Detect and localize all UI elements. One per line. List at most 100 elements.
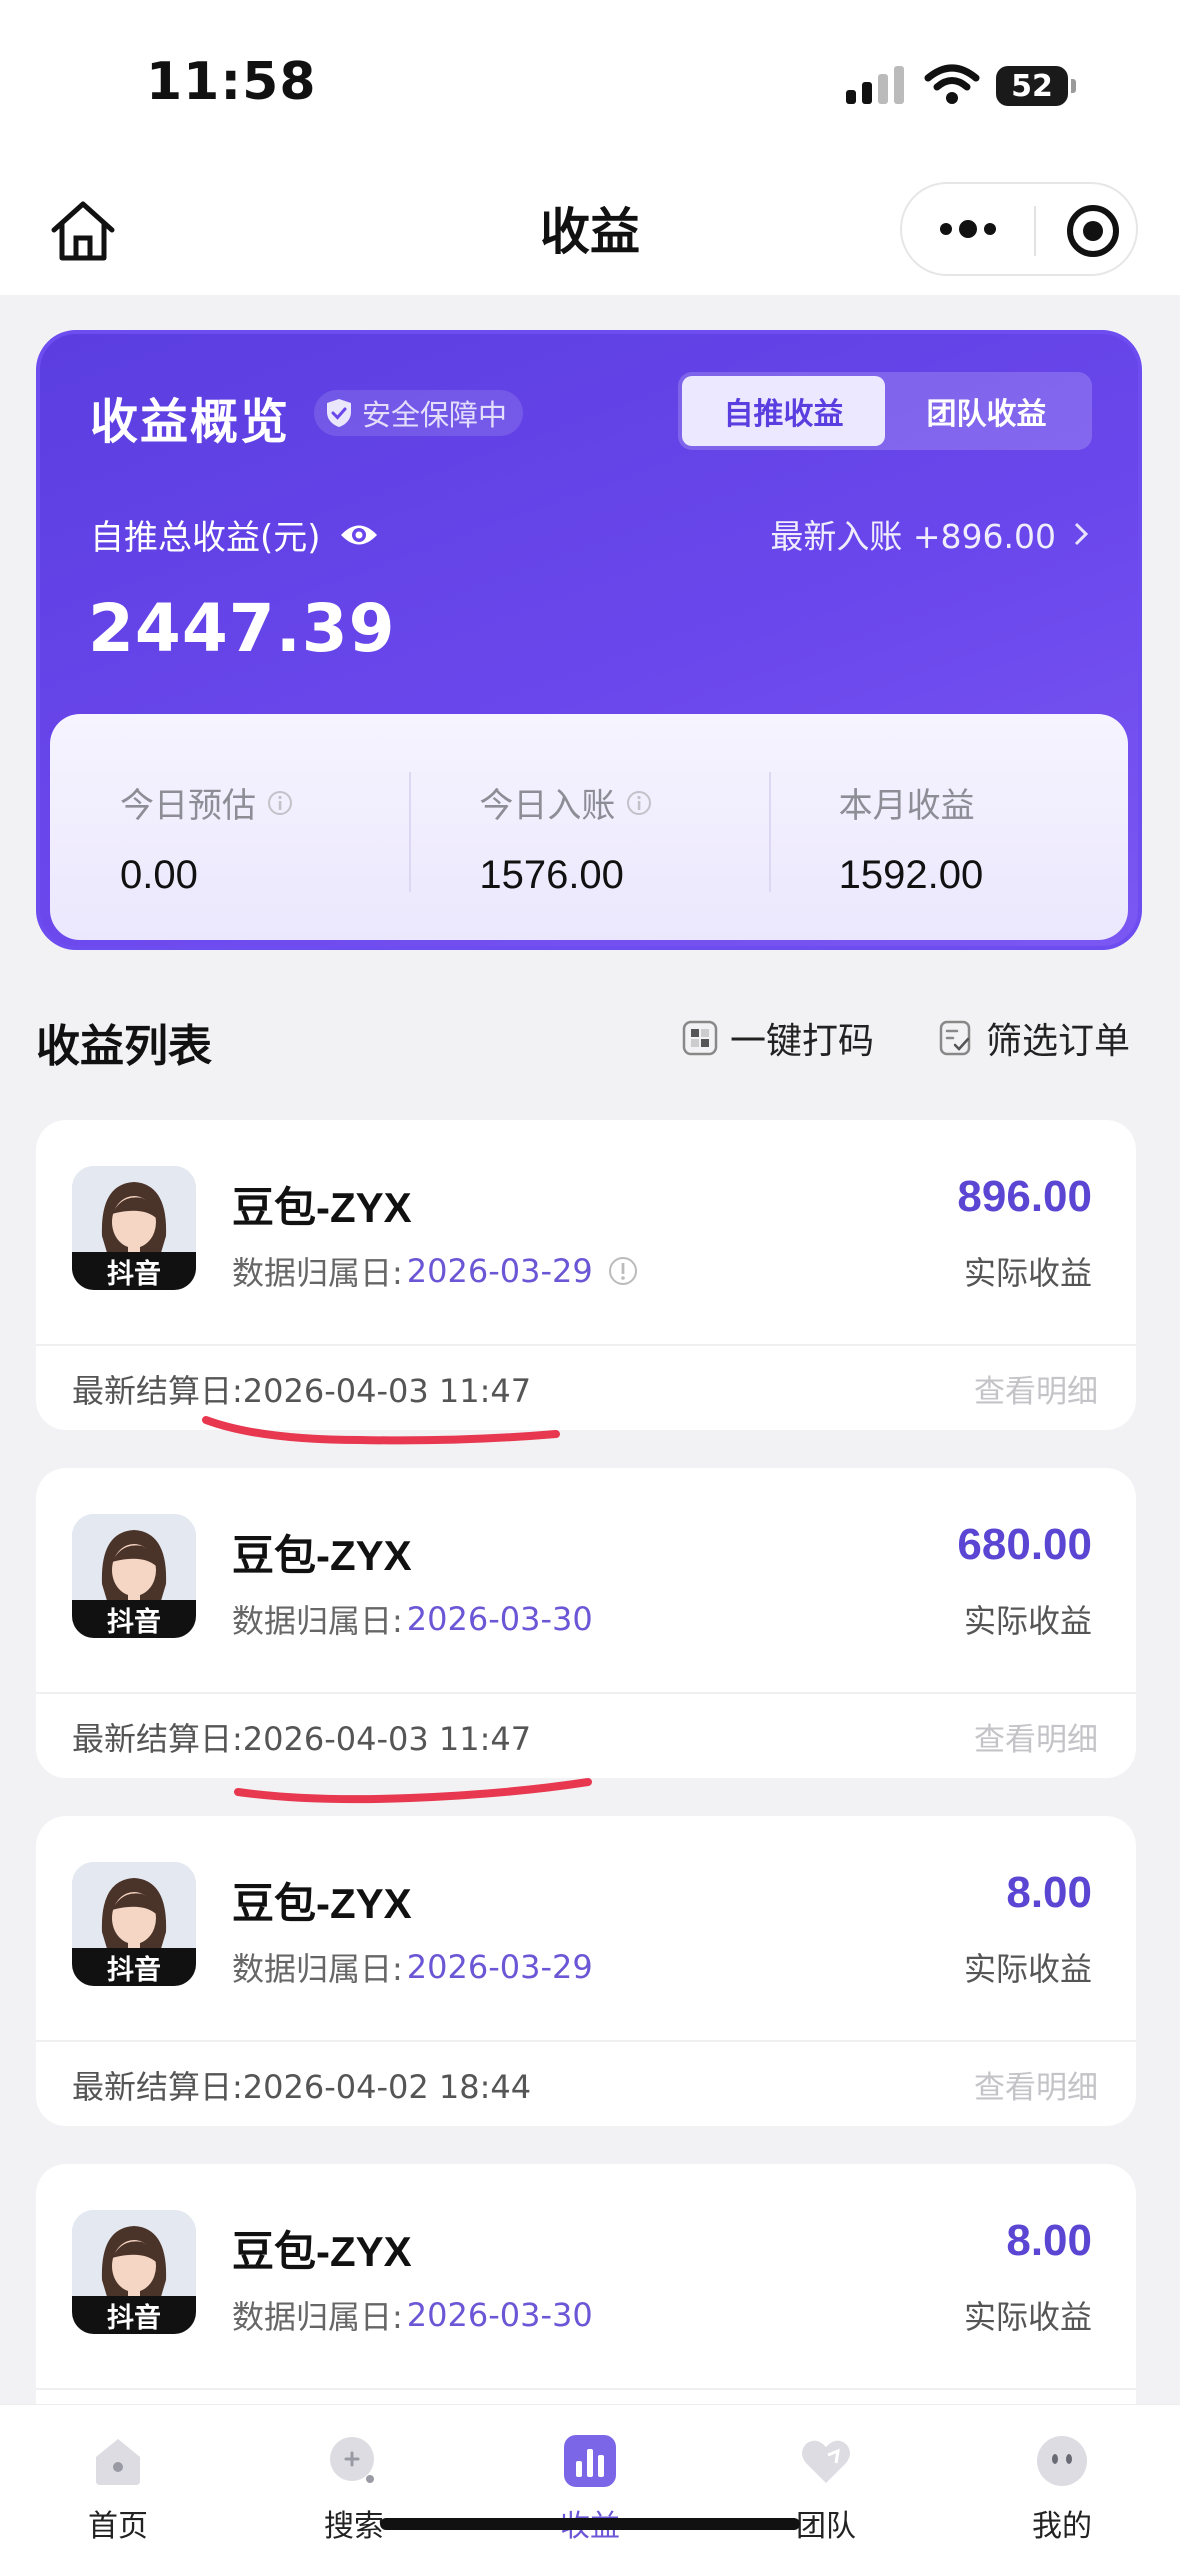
- latest-income-label: 最新入账 +896.00: [770, 517, 1056, 556]
- one-click-mask-button[interactable]: 一键打码: [682, 1012, 874, 1064]
- battery-icon: 52: [996, 66, 1076, 106]
- search-icon: [330, 2437, 374, 2483]
- attribution-date-value: 2026-03-29: [406, 1252, 593, 1290]
- avatar: 抖音: [72, 1514, 196, 1638]
- view-detail-link[interactable]: 查看明细: [974, 1366, 1098, 1411]
- settlement-date: 最新结算日:2026-04-03 11:47: [72, 1372, 532, 1410]
- stat-value: 1592.00: [838, 853, 984, 897]
- attribution-date: 数据归属日: 2026-03-29: [232, 1248, 639, 1294]
- home-icon: [96, 2439, 140, 2485]
- account-name: 豆包-ZYX: [232, 2228, 412, 2275]
- account-name: 豆包-ZYX: [232, 1880, 412, 1927]
- attribution-date: 数据归属日: 2026-03-30: [232, 2292, 593, 2338]
- close-target-icon[interactable]: [1064, 202, 1122, 260]
- settlement-date: 最新结算日:2026-04-03 11:47: [72, 1720, 532, 1758]
- avatar: 抖音: [72, 2210, 196, 2334]
- divider: [36, 1344, 1136, 1346]
- attribution-date-label: 数据归属日:: [232, 1254, 403, 1292]
- platform-tag: 抖音: [72, 1252, 196, 1290]
- account-name: 豆包-ZYX: [232, 1532, 412, 1579]
- home-indicator[interactable]: [380, 2518, 800, 2530]
- earnings-card[interactable]: 抖音 豆包-ZYX 数据归属日: 2026-03-30 680.00 实际收益 …: [36, 1468, 1136, 1778]
- avatar: 抖音: [72, 1862, 196, 1986]
- shield-icon: [327, 399, 351, 427]
- avatar: 抖音: [72, 1166, 196, 1290]
- earnings-amount: 8.00: [1006, 2216, 1092, 2265]
- info-icon[interactable]: [607, 1255, 639, 1287]
- attribution-date-label: 数据归属日:: [232, 1602, 403, 1640]
- earnings-amount-label: 实际收益: [963, 2298, 1092, 2336]
- battery-level: 52: [1011, 68, 1053, 104]
- attribution-date-value: 2026-03-29: [406, 1948, 593, 1986]
- mini-program-capsule: [900, 182, 1138, 276]
- filter-orders-button[interactable]: 筛选订单: [938, 1012, 1130, 1064]
- earnings-amount-label: 实际收益: [963, 1254, 1092, 1292]
- tab-label: 我的: [1032, 2509, 1092, 2544]
- tab-self-earnings[interactable]: 自推收益: [682, 376, 885, 446]
- hand-drawn-underline: [234, 1778, 592, 1804]
- filter-orders-label: 筛选订单: [986, 1021, 1131, 1062]
- stat-month-earnings: 本月收益 1592.00: [768, 714, 1128, 940]
- overview-title: 收益概览: [90, 394, 291, 450]
- filter-icon: [939, 1020, 971, 1056]
- chevron-right-icon: [1074, 522, 1088, 546]
- attribution-date-value: 2026-03-30: [406, 1600, 593, 1638]
- account-name: 豆包-ZYX: [232, 1184, 412, 1231]
- earnings-list-title: 收益列表: [36, 1021, 212, 1072]
- divider: [36, 1692, 1136, 1694]
- attribution-date: 数据归属日: 2026-03-29: [232, 1944, 593, 1990]
- total-earnings-label-row: 自推总收益(元): [90, 510, 379, 559]
- earnings-card[interactable]: 抖音 豆包-ZYX 数据归属日: 2026-03-29 8.00 实际收益 最新…: [36, 1816, 1136, 2126]
- earnings-amount: 8.00: [1006, 1868, 1092, 1917]
- nav-bar: 收益: [0, 170, 1180, 295]
- earnings-tab-switch: 自推收益 团队收益: [678, 372, 1092, 450]
- earnings-card[interactable]: 抖音 豆包-ZYX 数据归属日: 2026-03-29 896.00 实际收益 …: [36, 1120, 1136, 1430]
- earnings-amount: 896.00: [957, 1172, 1092, 1221]
- attribution-date-label: 数据归属日:: [232, 1950, 403, 1988]
- more-icon[interactable]: [938, 218, 998, 240]
- stat-label: 本月收益: [838, 786, 975, 826]
- signal-icon: [846, 66, 904, 104]
- view-detail-link[interactable]: 查看明细: [974, 2062, 1098, 2107]
- earnings-overview-card: 收益概览 安全保障中 自推收益 团队收益 自推总收益(元) 最新入账 +896.…: [36, 330, 1142, 950]
- earnings-amount: 680.00: [957, 1520, 1092, 1569]
- total-earnings-label: 自推总收益(元): [90, 518, 321, 558]
- latest-income-link[interactable]: 最新入账 +896.00: [770, 510, 1088, 558]
- mosaic-icon: [682, 1020, 718, 1056]
- attribution-date-label: 数据归属日:: [232, 2298, 403, 2336]
- safety-badge: 安全保障中: [314, 390, 524, 436]
- stat-value: 1576.00: [479, 853, 624, 897]
- capsule-divider: [1034, 206, 1036, 256]
- earnings-amount-label: 实际收益: [963, 1602, 1092, 1640]
- face-icon: [1037, 2436, 1087, 2486]
- tab-team-earnings[interactable]: 团队收益: [885, 376, 1088, 446]
- divider: [36, 2388, 1136, 2390]
- tab-home[interactable]: 首页: [58, 2433, 178, 2545]
- earnings-amount-label: 实际收益: [963, 1950, 1092, 1988]
- wifi-icon: [924, 64, 980, 104]
- status-bar: 11:58 52: [0, 0, 1180, 170]
- chart-icon: [564, 2435, 616, 2487]
- divider: [36, 2040, 1136, 2042]
- info-icon[interactable]: [625, 789, 653, 817]
- stat-label: 今日预估: [120, 786, 256, 826]
- total-earnings-value: 2447.39: [88, 590, 396, 667]
- one-click-mask-label: 一键打码: [730, 1021, 875, 1062]
- info-icon[interactable]: [266, 789, 294, 817]
- bottom-tab-bar: 首页 搜索 收益 团队 我的: [0, 2404, 1180, 2556]
- stat-value: 0.00: [120, 853, 198, 897]
- stats-panel: 今日预估 0.00 今日入账 1576.00 本月收益 1592.00: [50, 714, 1128, 940]
- tab-label: 首页: [88, 2509, 148, 2544]
- platform-tag: 抖音: [72, 1948, 196, 1986]
- stat-today-income: 今日入账 1576.00: [409, 714, 768, 940]
- heart-icon: [802, 2440, 850, 2483]
- tab-mine[interactable]: 我的: [1002, 2433, 1122, 2545]
- platform-tag: 抖音: [72, 1600, 196, 1638]
- stat-label: 今日入账: [479, 786, 616, 826]
- eye-icon[interactable]: [339, 522, 379, 548]
- safety-badge-label: 安全保障中: [362, 398, 508, 432]
- attribution-date: 数据归属日: 2026-03-30: [232, 1596, 593, 1642]
- view-detail-link[interactable]: 查看明细: [974, 1714, 1098, 1759]
- stat-today-estimate: 今日预估 0.00: [50, 714, 409, 940]
- status-time: 11:58: [146, 52, 317, 112]
